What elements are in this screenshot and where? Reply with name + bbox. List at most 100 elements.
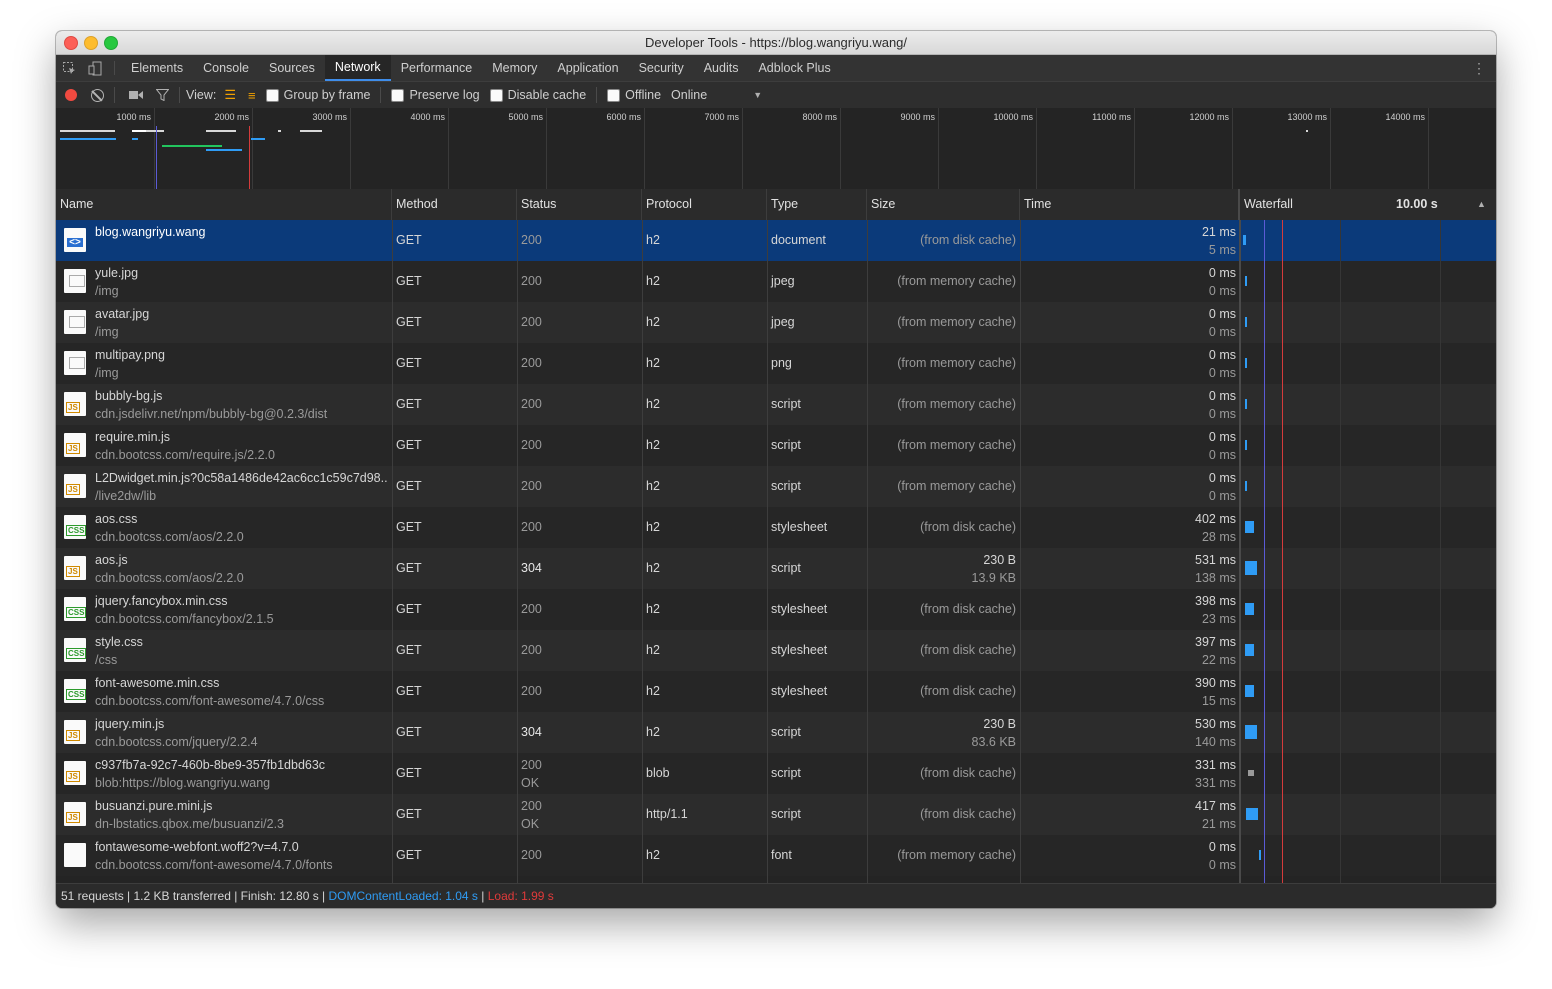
tab-sources[interactable]: Sources <box>259 55 325 81</box>
column-header-waterfall[interactable]: Waterfall 10.00 s ▲ <box>1240 189 1496 220</box>
table-row[interactable]: fontawesome-webfont.woff2?v=4.7.0 cdn.boo… <box>56 835 1496 876</box>
close-window-button[interactable] <box>64 36 78 50</box>
tab-network[interactable]: Network <box>324 55 391 81</box>
column-divider <box>392 220 393 883</box>
overview-gridline <box>840 108 841 189</box>
overview-view-icon[interactable]: ≡ <box>248 88 256 103</box>
overview-gridline <box>1428 108 1429 189</box>
table-row[interactable]: yule.jpg/img GET 200 h2 jpeg (from memory cac… <box>56 261 1496 302</box>
waterfall-bar <box>1245 521 1254 533</box>
time-cell: 402 ms 28 ms <box>1020 507 1240 548</box>
total-time: 530 ms <box>1195 717 1236 731</box>
request-path: /img <box>95 366 119 380</box>
device-toolbar-icon[interactable] <box>82 55 108 81</box>
protocol-cell: h2 <box>646 315 660 329</box>
column-header-time[interactable]: Time <box>1020 189 1240 220</box>
name-cell: JS bubbly-bg.js cdn.jsdelivr.net/npm/bubbl… <box>56 384 392 425</box>
column-header-name[interactable]: Name <box>56 189 392 220</box>
disable-cache-checkbox[interactable]: Disable cache <box>489 88 586 102</box>
table-row[interactable]: multipay.png/img GET 200 h2 png (from memory … <box>56 343 1496 384</box>
js-file-icon: JS <box>64 802 86 826</box>
waterfall-bar <box>1245 481 1247 491</box>
table-row[interactable]: CSS jquery.fancybox.min.css cdn.bootcss.co… <box>56 589 1496 630</box>
status-cell: 200 <box>521 684 542 698</box>
overview-gridline <box>448 108 449 189</box>
column-divider <box>867 220 868 883</box>
requests-table-body: <> blog.wangriyu.wang GET 200 h2 document (fro… <box>56 220 1496 883</box>
size-cell: (from disk cache) <box>920 766 1016 780</box>
table-row[interactable]: JS L2Dwidget.min.js?0c58a1486de42ac6cc1c5… <box>56 466 1496 507</box>
type-cell: stylesheet <box>771 684 828 698</box>
table-row[interactable]: JS require.min.js cdn.bootcss.com/require.… <box>56 425 1496 466</box>
zoom-window-button[interactable] <box>104 36 118 50</box>
overview-request-bar <box>251 138 265 140</box>
inspect-element-icon[interactable] <box>56 55 82 81</box>
table-row[interactable]: CSS font-awesome.min.css cdn.bootcss.com/f… <box>56 671 1496 712</box>
method-cell: GET <box>396 315 422 329</box>
waterfall-bar <box>1259 850 1261 860</box>
latency-time: 0 ms <box>1208 858 1236 872</box>
tab-audits[interactable]: Audits <box>694 55 749 81</box>
table-row[interactable]: avatar.jpg/img GET 200 h2 jpeg (from memory c… <box>56 302 1496 343</box>
clear-button[interactable] <box>86 85 108 105</box>
more-options-icon[interactable]: ⋮ <box>1472 55 1486 81</box>
column-header-type[interactable]: Type <box>767 189 867 220</box>
capture-screenshots-button[interactable] <box>125 85 147 105</box>
waterfall-divider[interactable] <box>1239 220 1241 883</box>
waterfall-cell <box>1240 630 1496 671</box>
column-header-protocol[interactable]: Protocol <box>642 189 767 220</box>
js-file-icon: JS <box>64 720 86 744</box>
group-by-frame-checkbox[interactable]: Group by frame <box>265 88 371 102</box>
size-cell: (from memory cache) <box>897 848 1016 862</box>
overview-tick-label: 3000 ms <box>312 112 347 122</box>
name-cell: JS jquery.min.js cdn.bootcss.com/jquery/2.… <box>56 712 392 753</box>
total-time: 0 ms <box>1208 389 1236 403</box>
column-header-status[interactable]: Status <box>517 189 642 220</box>
table-row[interactable]: CSS style.css/css GET 200 h2 stylesheet (from … <box>56 630 1496 671</box>
chevron-down-icon[interactable]: ▼ <box>753 90 762 100</box>
img-file-icon <box>64 310 86 334</box>
table-row[interactable]: <> blog.wangriyu.wang GET 200 h2 document (fro… <box>56 220 1496 261</box>
table-row[interactable]: JS busuanzi.pure.mini.js dn-lbstatics.qbox… <box>56 794 1496 835</box>
group-by-frame-label: Group by frame <box>283 88 371 102</box>
latency-time: 0 ms <box>1208 366 1236 380</box>
total-time: 398 ms <box>1195 594 1236 608</box>
table-row[interactable]: JS aos.js cdn.bootcss.com/aos/2.2.0 GET 304 h… <box>56 548 1496 589</box>
tab-memory[interactable]: Memory <box>482 55 547 81</box>
table-row[interactable]: JS jquery.min.js cdn.bootcss.com/jquery/2.… <box>56 712 1496 753</box>
minimize-window-button[interactable] <box>84 36 98 50</box>
column-header-method[interactable]: Method <box>392 189 517 220</box>
record-button[interactable] <box>60 85 82 105</box>
clear-icon <box>90 88 104 102</box>
status-cell: 304 <box>521 725 542 739</box>
tab-application[interactable]: Application <box>547 55 628 81</box>
offline-checkbox[interactable]: Offline <box>607 88 661 102</box>
tab-security[interactable]: Security <box>629 55 694 81</box>
column-header-size[interactable]: Size <box>867 189 1020 220</box>
status-cell: 200 <box>521 479 542 493</box>
tab-console[interactable]: Console <box>193 55 259 81</box>
table-row[interactable]: JS bubbly-bg.js cdn.jsdelivr.net/npm/bubbl… <box>56 384 1496 425</box>
network-status-bar: 51 requests | 1.2 KB transferred | Finis… <box>56 883 1496 908</box>
large-rows-view-icon[interactable]: ☰ <box>224 87 236 103</box>
total-time: 0 ms <box>1208 307 1236 321</box>
request-name: multipay.png <box>95 348 165 362</box>
tab-elements[interactable]: Elements <box>121 55 193 81</box>
request-path: cdn.bootcss.com/font-awesome/4.7.0/css <box>95 694 325 708</box>
preserve-log-checkbox[interactable]: Preserve log <box>391 88 480 102</box>
tab-adblock-plus[interactable]: Adblock Plus <box>748 55 840 81</box>
tab-performance[interactable]: Performance <box>391 55 483 81</box>
throttling-select[interactable]: Online <box>671 88 707 102</box>
doc-file-icon: <> <box>64 228 86 252</box>
waterfall-cell <box>1240 671 1496 712</box>
time-cell: 0 ms 0 ms <box>1020 466 1240 507</box>
filter-button[interactable] <box>151 85 173 105</box>
overview-gridline <box>350 108 351 189</box>
waterfall-cell <box>1240 343 1496 384</box>
table-row[interactable]: JS c937fb7a-92c7-460b-8be9-357fb1dbd63c bl… <box>56 753 1496 794</box>
timeline-overview[interactable]: 1000 ms 2000 ms 3000 ms 4000 ms 5000 ms 6000 … <box>56 108 1496 190</box>
time-cell: 0 ms 0 ms <box>1020 835 1240 876</box>
table-row[interactable]: CSS aos.css cdn.bootcss.com/aos/2.2.0 GET 20… <box>56 507 1496 548</box>
protocol-cell: h2 <box>646 479 660 493</box>
transferred-size: 230 B <box>983 553 1016 567</box>
